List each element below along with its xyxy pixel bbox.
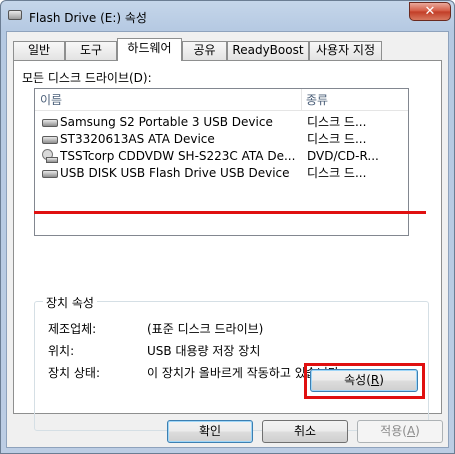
column-header-type[interactable]: 종류 xyxy=(301,89,408,111)
drive-row[interactable]: TSSTcorp CDDVDW SH-S223C ATA De... DVD/C… xyxy=(35,148,408,165)
device-status-label: 장치 상태: xyxy=(48,366,101,380)
tab-readyboost[interactable]: ReadyBoost xyxy=(227,41,309,60)
drive-type: 디스크 드... xyxy=(307,115,367,129)
highlight-underline xyxy=(34,211,426,214)
manufacturer-value: (표준 디스크 드라이브) xyxy=(147,322,264,336)
drive-icon xyxy=(42,170,58,178)
group-title: 장치 속성 xyxy=(43,294,97,311)
properties-button-label: 속성 xyxy=(344,373,367,387)
drives-label: 모든 디스크 드라이브(D): xyxy=(22,71,152,85)
tab-customize[interactable]: 사용자 지정 xyxy=(309,41,382,60)
ok-button[interactable]: 확인 xyxy=(167,420,253,443)
drive-name: ST3320613AS ATA Device xyxy=(60,132,215,146)
dvd-drive-icon xyxy=(42,149,58,163)
drive-name: TSSTcorp CDDVDW SH-S223C ATA De... xyxy=(60,149,296,163)
drive-type: 디스크 드... xyxy=(307,166,367,180)
drive-icon xyxy=(8,10,22,20)
tab-hardware[interactable]: 하드웨어 xyxy=(117,38,182,61)
cancel-button[interactable]: 취소 xyxy=(262,420,348,443)
drive-icon xyxy=(42,136,58,144)
properties-button[interactable]: 속성(R) xyxy=(310,369,418,392)
list-header: 이름 종류 xyxy=(35,89,408,111)
column-header-name[interactable]: 이름 xyxy=(35,89,301,111)
drive-icon xyxy=(42,119,58,127)
drive-name: Samsung S2 Portable 3 USB Device xyxy=(60,115,273,129)
tab-sharing[interactable]: 공유 xyxy=(182,41,227,60)
apply-accel: A xyxy=(406,424,416,438)
drive-name: USB DISK USB Flash Drive USB Device xyxy=(60,166,290,180)
drive-row[interactable]: Samsung S2 Portable 3 USB Device 디스크 드..… xyxy=(35,114,408,131)
drive-row-selected[interactable]: USB DISK USB Flash Drive USB Device 디스크 … xyxy=(35,165,408,182)
apply-button-label: 적용 xyxy=(380,424,403,438)
title-bar[interactable]: Flash Drive (E:) 속성 ✕ xyxy=(1,1,454,31)
manufacturer-label: 제조업체: xyxy=(48,322,97,336)
tab-general[interactable]: 일반 xyxy=(13,41,65,60)
apply-button[interactable]: 적용(A) xyxy=(357,420,443,443)
location-label: 위치: xyxy=(48,344,75,358)
drive-row[interactable]: ST3320613AS ATA Device 디스크 드... xyxy=(35,131,408,148)
drive-type: DVD/CD-R... xyxy=(307,149,379,163)
location-value: USB 대용량 저장 장치 xyxy=(147,344,261,358)
drive-type: 디스크 드... xyxy=(307,132,367,146)
properties-window: Flash Drive (E:) 속성 ✕ 일반 도구 하드웨어 공유 Read… xyxy=(0,0,455,454)
properties-accel: R xyxy=(370,373,380,387)
hardware-panel: 모든 디스크 드라이브(D): 이름 종류 Samsung S2 Portabl… xyxy=(13,60,442,431)
window-title: Flash Drive (E:) 속성 xyxy=(29,11,147,25)
tab-tools[interactable]: 도구 xyxy=(65,41,117,60)
close-button[interactable]: ✕ xyxy=(409,2,451,21)
dialog-client: 일반 도구 하드웨어 공유 ReadyBoost 사용자 지정 모든 디스크 드… xyxy=(6,31,449,448)
